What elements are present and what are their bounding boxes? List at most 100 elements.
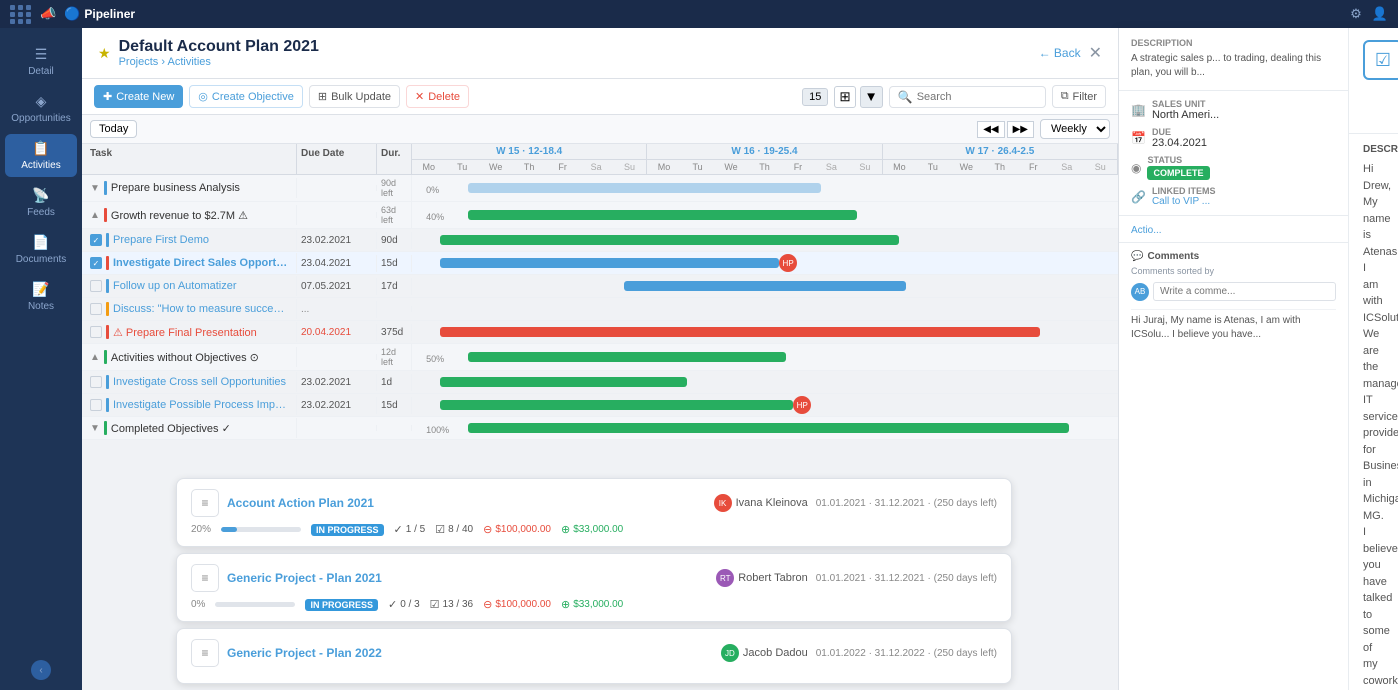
- favorite-star-icon[interactable]: ★: [98, 45, 111, 62]
- owner-avatar: JD: [721, 644, 739, 662]
- search-input[interactable]: [917, 91, 1037, 103]
- priority-indicator: [104, 208, 107, 222]
- plan-card-meta-1: 0% IN PROGRESS ✓ 0 / 3 ☑ 13 / 36 ⊖: [191, 598, 997, 611]
- documents-icon: 📄: [32, 234, 49, 251]
- gantt-nav: Today ◀◀ ▶▶ Weekly: [82, 115, 1118, 144]
- gantt-task-cross-sell: Investigate Cross sell Opportunities 23.…: [82, 371, 1118, 394]
- status-icon: ◉: [1131, 161, 1141, 175]
- filter-button[interactable]: ⧉ Filter: [1052, 85, 1106, 108]
- priority-indicator: [106, 375, 109, 389]
- back-button[interactable]: ← Back: [1039, 46, 1081, 60]
- plan-card-title-1[interactable]: Generic Project - Plan 2021: [227, 571, 708, 585]
- search-box: 🔍: [889, 86, 1046, 108]
- task-link-prepare-demo[interactable]: Prepare First Demo: [113, 234, 209, 246]
- priority-indicator: [104, 421, 107, 435]
- gantt-task-final-presentation: ⚠ Prepare Final Presentation 20.04.2021 …: [82, 321, 1118, 344]
- panel-description: DESCRIPTION Hi Drew, My name is Atenas, …: [1349, 134, 1398, 690]
- content-area: ★ Default Account Plan 2021 Projects › A…: [82, 28, 1118, 690]
- task-link-follow-up[interactable]: Follow up on Automatizer: [113, 280, 237, 292]
- bulk-icon: ⊞: [318, 90, 327, 103]
- budget-meta: ⊖ $100,000.00: [483, 598, 551, 611]
- gantt-task-follow-up: Follow up on Automatizer 07.05.2021 17d: [82, 275, 1118, 298]
- check-circle-icon: ✓: [394, 523, 403, 536]
- plan-card-title-2[interactable]: Generic Project - Plan 2022: [227, 646, 713, 660]
- view-period-select[interactable]: Weekly: [1040, 119, 1110, 139]
- calendar-icon: 📅: [1131, 131, 1146, 145]
- create-objective-button[interactable]: ◎ Create Objective: [189, 85, 303, 108]
- task-checkbox[interactable]: [90, 326, 102, 338]
- priority-indicator: [106, 398, 109, 412]
- priority-indicator: [104, 350, 107, 364]
- sidebar-item-feeds[interactable]: 📡 Feeds: [5, 181, 77, 224]
- gantt-task-discuss: Discuss: "How to measure success metrics…: [82, 298, 1118, 321]
- task-checkbox[interactable]: ✓: [90, 234, 102, 246]
- sidebar-item-documents[interactable]: 📄 Documents: [5, 228, 77, 271]
- plan-progress-bar: [215, 602, 295, 607]
- budget-meta: ⊖ $100,000.00: [483, 523, 551, 536]
- bulk-update-button[interactable]: ⊞ Bulk Update: [309, 85, 400, 108]
- gantt-task-investigate-direct: ✓ Investigate Direct Sales Opportunities…: [82, 252, 1118, 275]
- building-icon: 🏢: [1131, 103, 1146, 117]
- owner-avatar: RT: [716, 569, 734, 587]
- nav-prev-btn[interactable]: ◀◀: [977, 121, 1004, 138]
- gantt-nav-right: ◀◀ ▶▶ Weekly: [977, 119, 1110, 139]
- action-link[interactable]: Actio...: [1131, 225, 1162, 236]
- sidebar-item-opportunities[interactable]: ◈ Opportunities: [5, 87, 77, 130]
- gantt-group-growth-revenue: ▲ Growth revenue to $2.7M ⚠ 63d left 40%: [82, 202, 1118, 229]
- task-checkbox[interactable]: [90, 303, 102, 315]
- gantt-column-headers: Task Due Date Dur. W 15 · 12-18.4 MoTuWe…: [82, 144, 1118, 175]
- task-detail-panel: DESCRIPTION A strategic sales p... to tr…: [1118, 28, 1398, 690]
- task-checkbox[interactable]: [90, 376, 102, 388]
- group-toggle-prepare-business[interactable]: ▼: [90, 183, 100, 194]
- task-main-panel: ☑ Task Investigate Direct Sales... Modif…: [1349, 28, 1398, 690]
- delete-button[interactable]: ✕ Delete: [406, 85, 469, 108]
- gantt-week-15-days: MoTuWeThFrSaSu: [412, 160, 646, 174]
- gantt-task-prepare-demo: ✓ Prepare First Demo 23.02.2021 90d: [82, 229, 1118, 252]
- task-link-discuss[interactable]: Discuss: "How to measure success metrics…: [113, 303, 288, 315]
- gantt-bar-without-obj: 50%: [412, 346, 1118, 368]
- create-new-button[interactable]: ✚ Create New: [94, 85, 183, 108]
- user-icon[interactable]: 👤: [1372, 6, 1388, 22]
- task-assignee-avatar: HP: [793, 396, 811, 414]
- task-link-process[interactable]: Investigate Possible Process Improvement…: [113, 399, 288, 411]
- group-toggle-without-obj[interactable]: ▲: [90, 352, 100, 363]
- view-toggle: ⊞ ▼: [834, 86, 882, 108]
- plan-card-dates-0: 01.01.2021 · 31.12.2021 · (250 days left…: [816, 498, 997, 509]
- quick-actions: Actio...: [1119, 216, 1348, 243]
- sidebar-item-activities[interactable]: 📋 Activities: [5, 134, 77, 177]
- gantt-group-without-objectives: ▲ Activities without Objectives ⊙ 12d le…: [82, 344, 1118, 371]
- sidebar-item-detail[interactable]: ☰ Detail: [5, 40, 77, 83]
- task-checkbox[interactable]: [90, 399, 102, 411]
- task-checkbox[interactable]: [90, 280, 102, 292]
- group-toggle-growth[interactable]: ▲: [90, 210, 100, 221]
- page-header: ★ Default Account Plan 2021 Projects › A…: [82, 28, 1118, 79]
- actual-icon: ⊕: [561, 598, 570, 611]
- task-link-investigate-direct[interactable]: Investigate Direct Sales Opportunities: [113, 257, 288, 269]
- checks-meta: ☑ 13 / 36: [430, 598, 473, 611]
- priority-indicator: [104, 181, 107, 195]
- actual-icon: ⊕: [561, 523, 570, 536]
- actual-meta: ⊕ $33,000.00: [561, 598, 623, 611]
- detail-icon: ☰: [35, 46, 48, 63]
- view-gantt-btn[interactable]: ⊞: [834, 86, 855, 108]
- task-link-final[interactable]: ⚠ Prepare Final Presentation: [113, 326, 257, 339]
- settings-icon[interactable]: ⚙: [1350, 6, 1362, 22]
- sidebar-item-notes[interactable]: 📝 Notes: [5, 275, 77, 318]
- task-link-cross-sell[interactable]: Investigate Cross sell Opportunities: [113, 376, 286, 388]
- close-button[interactable]: ✕: [1089, 43, 1102, 63]
- objective-icon: ◎: [198, 90, 208, 103]
- view-list-btn[interactable]: ▼: [860, 86, 883, 108]
- comment-input-mini[interactable]: [1153, 282, 1336, 301]
- plan-card-title-0[interactable]: Account Action Plan 2021: [227, 496, 706, 510]
- group-toggle-completed[interactable]: ▼: [90, 423, 100, 434]
- gantt-bar-discuss: [412, 298, 1118, 320]
- task-quick-panel: DESCRIPTION A strategic sales p... to tr…: [1119, 28, 1349, 690]
- task-checkbox[interactable]: ✓: [90, 257, 102, 269]
- opportunities-icon: ◈: [36, 93, 47, 110]
- today-button[interactable]: Today: [90, 120, 137, 138]
- filter-icon: ⧉: [1061, 90, 1069, 103]
- floating-cards: ≡ Account Action Plan 2021 IK Ivana Klei…: [164, 478, 1024, 690]
- plan-card-dates-2: 01.01.2022 · 31.12.2022 · (250 days left…: [816, 648, 997, 659]
- nav-next-btn[interactable]: ▶▶: [1007, 121, 1034, 138]
- sidebar-collapse-btn[interactable]: ‹: [31, 660, 51, 680]
